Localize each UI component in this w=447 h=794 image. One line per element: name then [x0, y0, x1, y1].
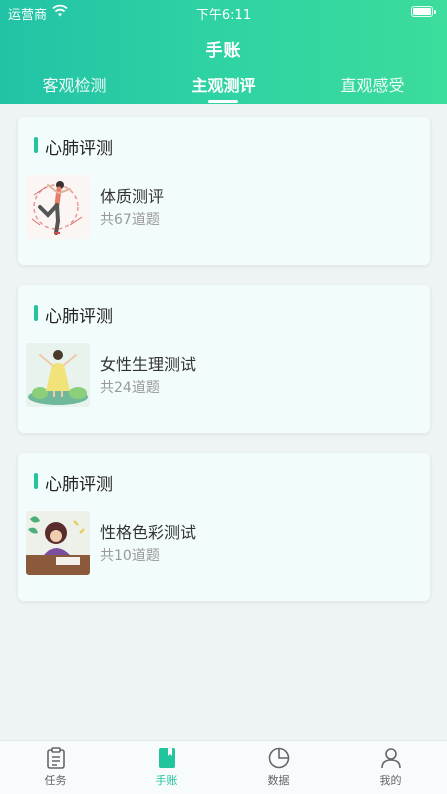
tab-intuitive[interactable]: 直观感受	[298, 72, 447, 96]
question-count: 共10道题	[100, 548, 160, 564]
tabbar-label: 我的	[379, 774, 402, 787]
header: 运营商 下午6:11 手账 客观检测 主观测评 直观感受	[0, 0, 447, 104]
tabbar-label: 任务	[44, 774, 67, 787]
tabbar-item-me[interactable]: 我的	[335, 741, 446, 794]
status-bar: 运营商 下午6:11	[0, 0, 447, 24]
notebook-icon	[159, 748, 175, 768]
card-title: 心肺评测	[45, 475, 113, 495]
item-title: 女性生理测试	[100, 355, 197, 374]
question-count: 共24道题	[100, 380, 160, 396]
page-title: 手账	[205, 41, 242, 61]
personality-thumbnail	[26, 511, 90, 575]
title-accent-bar	[34, 305, 38, 321]
test-card[interactable]: 心肺评测 女性生理测试 共24道题	[18, 285, 430, 433]
tab-indicator	[208, 100, 238, 103]
tabbar-item-data[interactable]: 数据	[223, 741, 334, 794]
battery-icon	[411, 6, 436, 17]
status-time: 下午6:11	[195, 8, 252, 23]
pie-chart-icon	[268, 747, 290, 769]
question-count: 共67道题	[100, 212, 160, 228]
tab-objective[interactable]: 客观检测	[0, 72, 149, 96]
tabbar-item-tasks[interactable]: 任务	[0, 741, 111, 794]
item-title: 体质测评	[100, 187, 165, 206]
title-accent-bar	[34, 137, 38, 153]
bottom-tab-bar: 任务 手账 数据 我的	[0, 740, 447, 794]
tabbar-item-notebook[interactable]: 手账	[111, 741, 222, 794]
top-tabs: 客观检测 主观测评 直观感受	[0, 72, 447, 104]
title-accent-bar	[34, 473, 38, 489]
tabbar-label: 手账	[155, 774, 178, 787]
clipboard-icon	[47, 747, 65, 769]
tabbar-label: 数据	[267, 774, 290, 787]
test-card[interactable]: 心肺评测 体质测评 共67道题	[18, 117, 430, 265]
test-card[interactable]: 心肺评测 性格色彩测试 共10道题	[18, 453, 430, 601]
item-title: 性格色彩测试	[100, 523, 197, 542]
female-health-thumbnail	[26, 343, 90, 407]
fitness-thumbnail	[26, 175, 90, 239]
user-icon	[381, 748, 401, 769]
card-title: 心肺评测	[45, 307, 113, 327]
tab-subjective[interactable]: 主观测评	[149, 72, 298, 96]
card-title: 心肺评测	[45, 139, 113, 159]
